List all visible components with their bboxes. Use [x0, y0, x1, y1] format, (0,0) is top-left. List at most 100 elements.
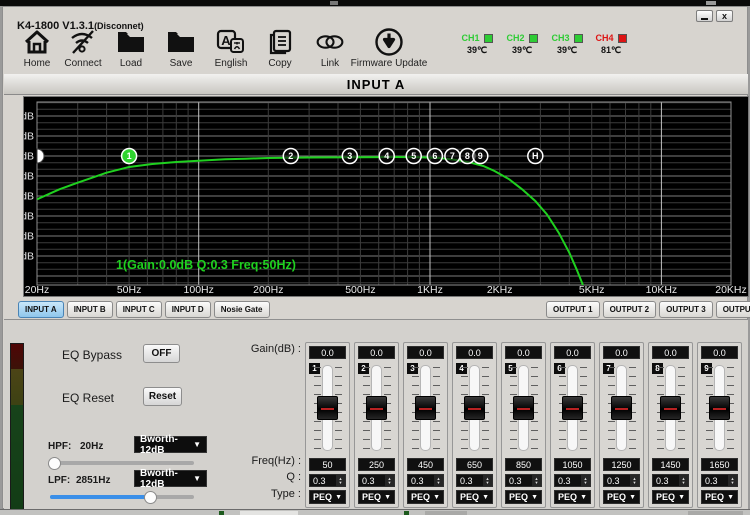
toolbar-button-load[interactable]: Load	[105, 27, 157, 73]
firmware-update-icon	[374, 27, 404, 57]
home-icon	[22, 27, 52, 57]
level-meter-red-zone	[11, 344, 23, 369]
spinner-arrows-icon[interactable]: ▲▼	[483, 475, 492, 486]
channel-status-ch2: CH2 39℃	[500, 33, 544, 56]
eq-band-strip-8: 0.0 8 1450 0.3 ▲▼ PEQ ▼	[648, 342, 693, 508]
spinner-arrows-icon[interactable]: ▲▼	[532, 475, 541, 486]
close-button[interactable]: x	[716, 10, 733, 22]
eq-reset-button[interactable]: Reset	[143, 387, 182, 406]
eq-bypass-button[interactable]: OFF	[143, 344, 180, 363]
band-type-select[interactable]: PEQ ▼	[358, 490, 395, 504]
tab-output-4[interactable]: OUTPUT 4	[716, 301, 750, 318]
svg-text:3: 3	[347, 151, 352, 161]
eq-point-6[interactable]: 6	[427, 149, 442, 164]
eq-point-1[interactable]: 1	[122, 149, 137, 164]
band-gain-fader-knob[interactable]	[415, 396, 436, 420]
spinner-arrows-icon[interactable]: ▲▼	[581, 475, 590, 486]
eq-point-H[interactable]: H	[528, 149, 543, 164]
lpf-label: LPF:	[48, 475, 70, 486]
svg-text:5KHz: 5KHz	[579, 284, 605, 296]
spinner-arrows-icon[interactable]: ▲▼	[336, 475, 345, 486]
band-q-spinner[interactable]: 0.3 ▲▼	[603, 474, 640, 487]
chevron-down-icon: ▼	[727, 494, 734, 501]
output-tab-row: OUTPUT 1OUTPUT 2OUTPUT 3OUTPUT 4	[546, 301, 750, 318]
spinner-arrows-icon[interactable]: ▲▼	[728, 475, 737, 486]
band-type-select[interactable]: PEQ ▼	[309, 490, 346, 504]
svg-text:50Hz: 50Hz	[117, 284, 142, 296]
svg-text:6dB: 6dB	[24, 131, 34, 143]
eq-point-5[interactable]: 5	[406, 149, 421, 164]
band-q-spinner[interactable]: 0.3 ▲▼	[456, 474, 493, 487]
level-meter-yellow-zone	[11, 369, 23, 405]
band-type-select[interactable]: PEQ ▼	[652, 490, 689, 504]
band-q-spinner[interactable]: 0.3 ▲▼	[554, 474, 591, 487]
band-gain-fader-knob[interactable]	[464, 396, 485, 420]
spinner-arrows-icon[interactable]: ▲▼	[434, 475, 443, 486]
svg-text:-12dB: -12dB	[24, 191, 34, 203]
band-gain-fader-knob[interactable]	[660, 396, 681, 420]
band-gain-fader-knob[interactable]	[317, 396, 338, 420]
spinner-arrows-icon[interactable]: ▲▼	[385, 475, 394, 486]
svg-text:-24dB: -24dB	[24, 231, 34, 243]
eq-point-9[interactable]: 9	[473, 149, 488, 164]
band-type-select[interactable]: PEQ ▼	[603, 490, 640, 504]
band-gain-fader-knob[interactable]	[366, 396, 387, 420]
selected-band-annotation: 1(Gain:0.0dB Q:0.3 Freq:50Hz)	[116, 258, 296, 272]
hpf-slider-thumb[interactable]	[48, 457, 61, 470]
band-q-spinner[interactable]: 0.3 ▲▼	[358, 474, 395, 487]
toolbar-button-save[interactable]: Save	[155, 27, 207, 73]
toolbar-button-english[interactable]: A English	[205, 27, 257, 73]
band-type-select[interactable]: PEQ ▼	[456, 490, 493, 504]
background-decoration	[240, 511, 298, 515]
gain-column-label: Gain(dB) :	[251, 343, 301, 355]
eq-point-3[interactable]: 3	[342, 149, 357, 164]
spinner-arrows-icon[interactable]: ▲▼	[679, 475, 688, 486]
tab-output-2[interactable]: OUTPUT 2	[603, 301, 657, 318]
tab-nosie-gate[interactable]: Nosie Gate	[214, 301, 270, 318]
eq-point-4[interactable]: 4	[379, 149, 394, 164]
svg-text:6: 6	[432, 151, 437, 161]
hpf-slider-track[interactable]	[50, 461, 194, 465]
band-freq-display: 250	[358, 458, 395, 471]
eq-graph[interactable]: 12dB6dB0dB-6dB-12dB-18dB-24dB-30dB20Hz50…	[23, 96, 749, 297]
band-type-select[interactable]: PEQ ▼	[505, 490, 542, 504]
band-type-select[interactable]: PEQ ▼	[701, 490, 738, 504]
lpf-filter-select[interactable]: Bworth-12dB▼	[134, 470, 207, 487]
band-q-spinner[interactable]: 0.3 ▲▼	[505, 474, 542, 487]
link-icon	[315, 27, 345, 57]
tab-input-d[interactable]: INPUT D	[165, 301, 211, 318]
svg-text:12dB: 12dB	[24, 111, 34, 123]
tab-output-1[interactable]: OUTPUT 1	[546, 301, 600, 318]
tab-output-3[interactable]: OUTPUT 3	[659, 301, 713, 318]
band-gain-display: 0.0	[505, 346, 542, 359]
band-gain-fader-knob[interactable]	[709, 396, 730, 420]
tab-input-b[interactable]: INPUT B	[67, 301, 113, 318]
band-gain-fader-knob[interactable]	[562, 396, 583, 420]
minimize-button[interactable]	[696, 10, 713, 22]
band-gain-fader-knob[interactable]	[611, 396, 632, 420]
tab-input-a[interactable]: INPUT A	[18, 301, 64, 318]
toolbar-button-copy[interactable]: Copy	[254, 27, 306, 73]
band-type-select[interactable]: PEQ ▼	[407, 490, 444, 504]
hpf-edge-marker[interactable]	[37, 149, 44, 163]
tab-input-c[interactable]: INPUT C	[116, 301, 162, 318]
toolbar-button-connect[interactable]: Connect	[57, 27, 109, 73]
svg-text:2KHz: 2KHz	[487, 284, 513, 296]
band-q-spinner[interactable]: 0.3 ▲▼	[701, 474, 738, 487]
svg-text:20KHz: 20KHz	[715, 284, 747, 296]
eq-point-2[interactable]: 2	[283, 149, 298, 164]
band-q-spinner[interactable]: 0.3 ▲▼	[407, 474, 444, 487]
lpf-slider-fill	[50, 495, 154, 499]
toolbar-button-home[interactable]: Home	[11, 27, 63, 73]
hpf-filter-select[interactable]: Bworth-12dB▼	[134, 436, 207, 453]
channel-temperature: 81℃	[601, 45, 621, 56]
spinner-arrows-icon[interactable]: ▲▼	[630, 475, 639, 486]
band-type-select[interactable]: PEQ ▼	[554, 490, 591, 504]
lpf-slider-thumb[interactable]	[144, 491, 157, 504]
toolbar-button-firmware-update[interactable]: Firmware Update	[343, 27, 435, 73]
band-gain-fader-knob[interactable]	[513, 396, 534, 420]
band-q-spinner[interactable]: 0.3 ▲▼	[652, 474, 689, 487]
band-q-spinner[interactable]: 0.3 ▲▼	[309, 474, 346, 487]
svg-text:A: A	[221, 33, 231, 48]
eq-point-7[interactable]: 7	[445, 149, 460, 164]
